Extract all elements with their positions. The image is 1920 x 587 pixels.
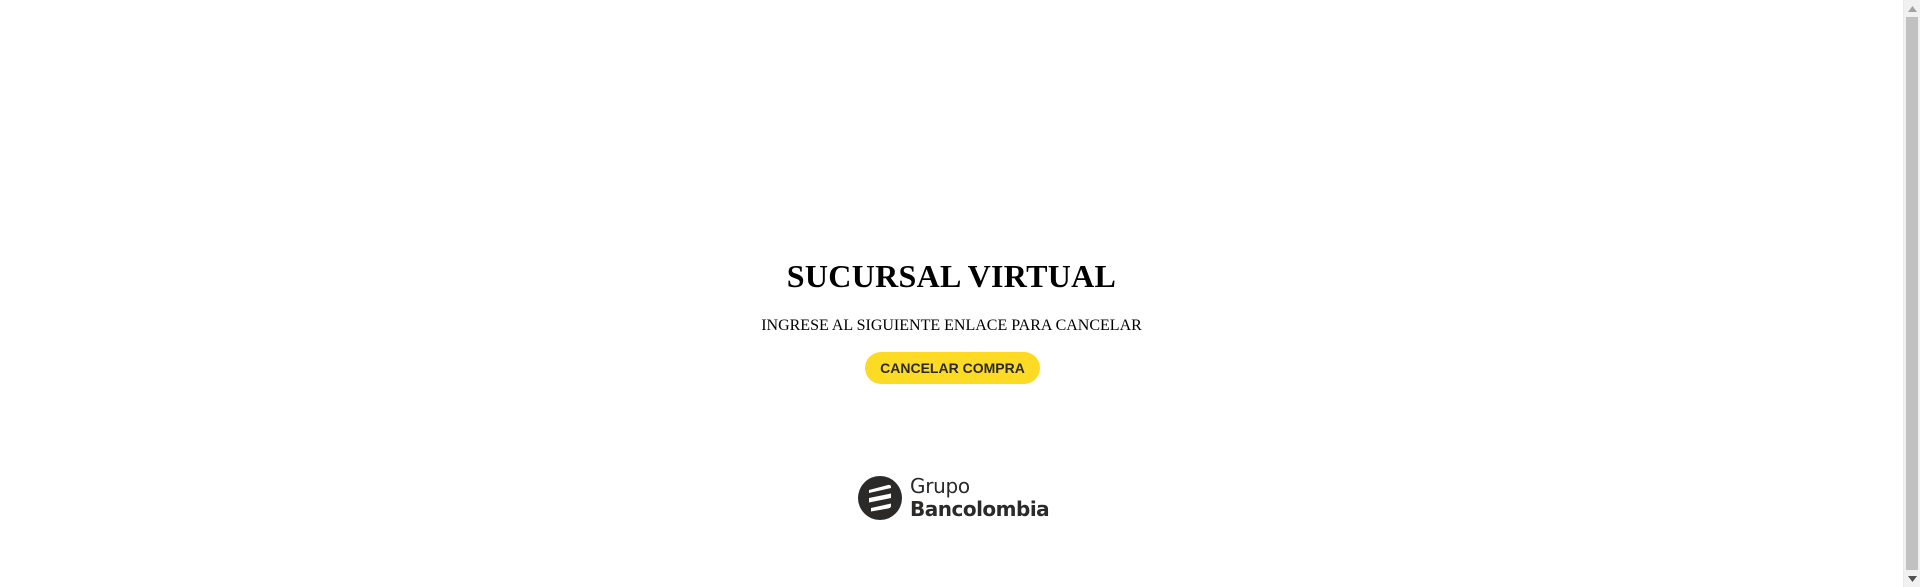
page: SUCURSAL VIRTUAL INGRESE AL SIGUIENTE EN… (0, 0, 1920, 587)
scrollbar-thumb[interactable] (1906, 17, 1918, 570)
logo-wordmark: Grupo Bancolombia (910, 474, 1050, 521)
content-area: SUCURSAL VIRTUAL INGRESE AL SIGUIENTE EN… (0, 0, 1903, 587)
page-title: SUCURSAL VIRTUAL (786, 258, 1117, 294)
scroll-down-arrow-icon[interactable] (1904, 570, 1920, 587)
bancolombia-logo-icon (858, 476, 902, 520)
grupo-bancolombia-logo: Grupo Bancolombia (858, 474, 1050, 522)
vertical-scrollbar[interactable] (1903, 0, 1920, 587)
cancel-purchase-button[interactable]: CANCELAR COMPRA (865, 352, 1040, 384)
logo-text-grupo: Grupo (910, 474, 970, 498)
logo-text-bancolombia: Bancolombia (910, 497, 1050, 521)
scroll-up-arrow-icon[interactable] (1904, 0, 1920, 17)
instruction-text: INGRESE AL SIGUIENTE ENLACE PARA CANCELA… (761, 317, 1142, 334)
